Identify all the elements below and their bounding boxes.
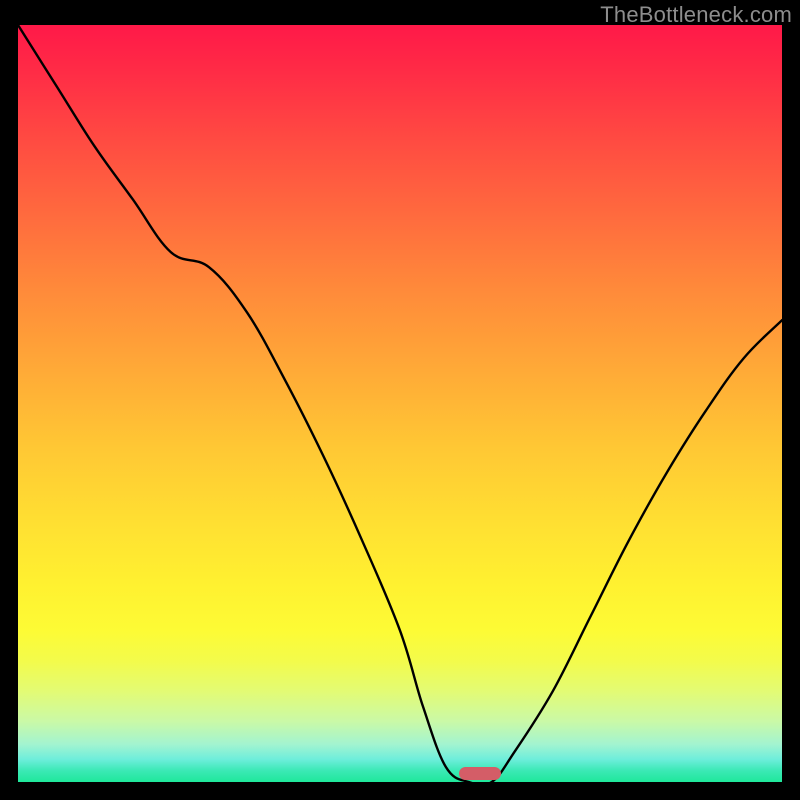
optimal-marker [459, 767, 501, 780]
watermark-text: TheBottleneck.com [600, 2, 792, 28]
bottleneck-curve [18, 25, 782, 782]
chart-frame: TheBottleneck.com [0, 0, 800, 800]
plot-area [18, 25, 782, 782]
